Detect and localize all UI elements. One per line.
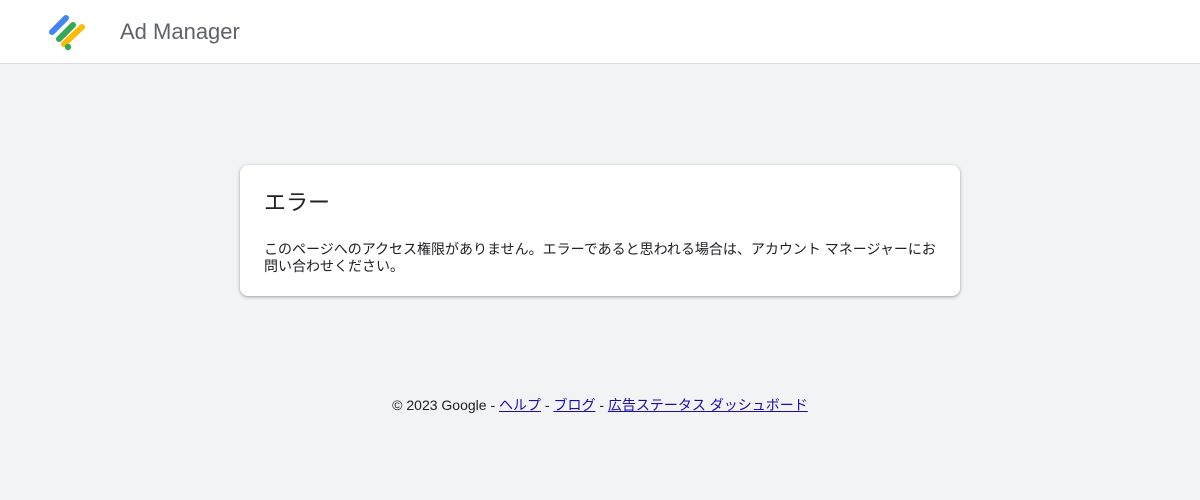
footer-separator: - [595, 397, 608, 413]
footer-separator: - [541, 397, 554, 413]
error-message: このページへのアクセス権限がありません。エラーであると思われる場合は、アカウント… [264, 241, 936, 274]
app-title: Ad Manager [120, 19, 240, 44]
help-link[interactable]: ヘルプ [499, 397, 541, 413]
copyright-text: © 2023 Google [392, 397, 487, 413]
ads-status-dashboard-link[interactable]: 広告ステータス ダッシュボード [608, 397, 808, 413]
footer: © 2023 Google - ヘルプ - ブログ - 広告ステータス ダッシュ… [0, 396, 1200, 414]
footer-separator: - [486, 397, 500, 413]
blog-link[interactable]: ブログ [553, 397, 595, 413]
ad-manager-logo-icon[interactable] [46, 10, 90, 54]
error-title: エラー [264, 190, 331, 215]
error-card: エラー このページへのアクセス権限がありません。エラーであると思われる場合は、ア… [240, 165, 960, 296]
top-header: Ad Manager [0, 0, 1200, 64]
